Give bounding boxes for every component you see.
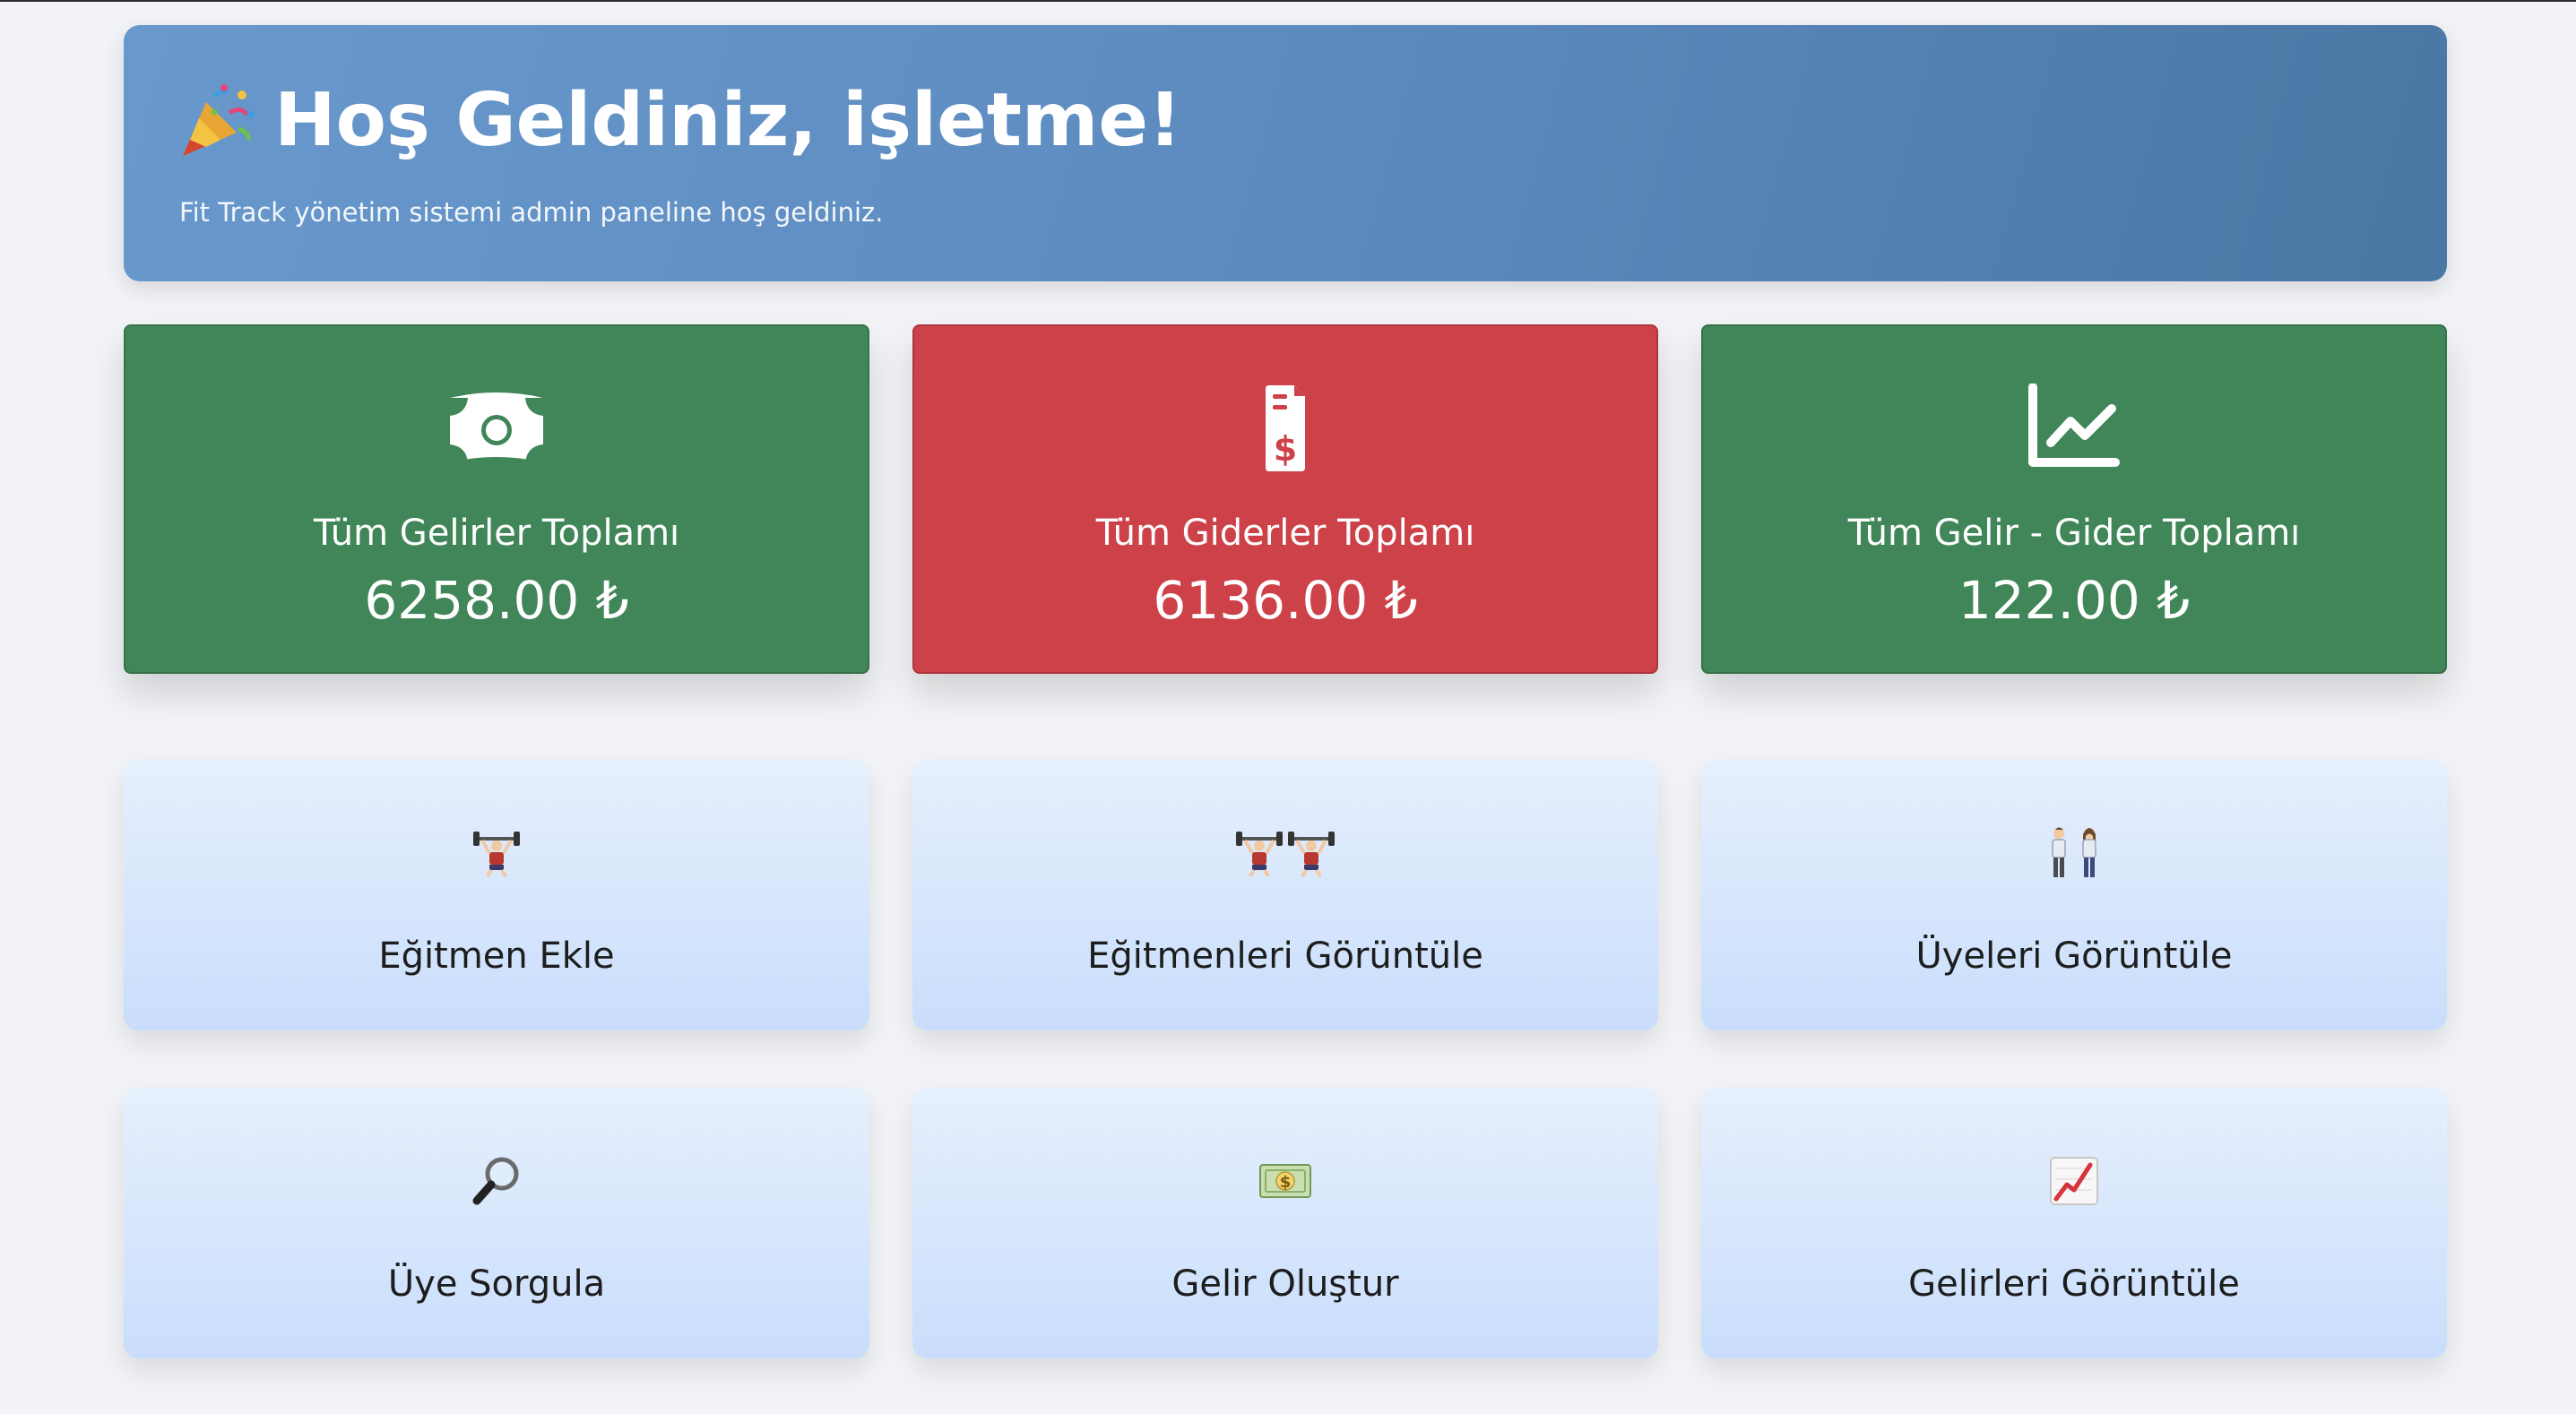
view-incomes-label: Gelirleri Görüntüle: [1908, 1263, 2240, 1305]
create-income-label: Gelir Oluştur: [1171, 1263, 1399, 1305]
view-incomes-button[interactable]: Gelirleri Görüntüle: [1701, 1088, 2447, 1358]
create-income-button[interactable]: $ Gelir Oluştur: [912, 1088, 1658, 1358]
banknote-icon: $: [912, 1152, 1658, 1210]
expense-total-card: $ Tüm Giderler Toplamı 6136.00 ₺: [912, 324, 1658, 674]
svg-text:$: $: [1280, 1173, 1292, 1192]
welcome-banner: Hoş Geldiniz, işletme! Fit Track yönetim…: [124, 25, 2447, 281]
add-trainer-label: Eğitmen Ekle: [378, 935, 615, 977]
view-trainers-button[interactable]: Eğitmenleri Görüntüle: [912, 760, 1658, 1030]
weightlifters-icon: [912, 824, 1658, 882]
view-trainers-label: Eğitmenleri Görüntüle: [1087, 935, 1483, 977]
invoice-dollar-icon: $: [1232, 384, 1339, 473]
action-grid: Eğitmen Ekle Eğitmenleri Görüntüle Üyele…: [124, 760, 2447, 1358]
net-total-label: Tüm Gelir - Gider Toplamı: [1847, 513, 2301, 554]
line-chart-icon: [2020, 383, 2128, 473]
income-total-label: Tüm Gelirler Toplamı: [313, 513, 680, 554]
chart-increasing-icon: [1701, 1152, 2447, 1210]
welcome-heading: Hoş Geldiniz, işletme!: [179, 82, 2447, 160]
svg-text:$: $: [1274, 429, 1297, 469]
income-total-value: 6258.00 ₺: [364, 570, 629, 631]
view-members-button[interactable]: Üyeleri Görüntüle: [1701, 760, 2447, 1030]
expense-total-value: 6136.00 ₺: [1153, 570, 1418, 631]
party-popper-icon: [179, 82, 256, 160]
add-trainer-button[interactable]: Eğitmen Ekle: [124, 760, 869, 1030]
welcome-title-text: Hoş Geldiniz, işletme!: [274, 78, 1182, 163]
magnifier-icon: [124, 1152, 869, 1210]
people-icon: [1701, 824, 2447, 882]
expense-total-label: Tüm Giderler Toplamı: [1095, 513, 1475, 554]
view-members-label: Üyeleri Görüntüle: [1915, 935, 2233, 977]
money-bill-icon: [443, 384, 550, 473]
welcome-subtitle: Fit Track yönetim sistemi admin paneline…: [179, 197, 884, 228]
net-total-value: 122.00 ₺: [1958, 570, 2191, 631]
net-total-card: Tüm Gelir - Gider Toplamı 122.00 ₺: [1701, 324, 2447, 674]
weightlifter-icon: [124, 824, 869, 882]
query-member-label: Üye Sorgula: [387, 1263, 606, 1305]
income-total-card: Tüm Gelirler Toplamı 6258.00 ₺: [124, 324, 869, 674]
dashboard: Hoş Geldiniz, işletme! Fit Track yönetim…: [124, 25, 2447, 1358]
query-member-button[interactable]: Üye Sorgula: [124, 1088, 869, 1358]
stats-row: Tüm Gelirler Toplamı 6258.00 ₺ $ Tüm Gid…: [124, 324, 2447, 674]
